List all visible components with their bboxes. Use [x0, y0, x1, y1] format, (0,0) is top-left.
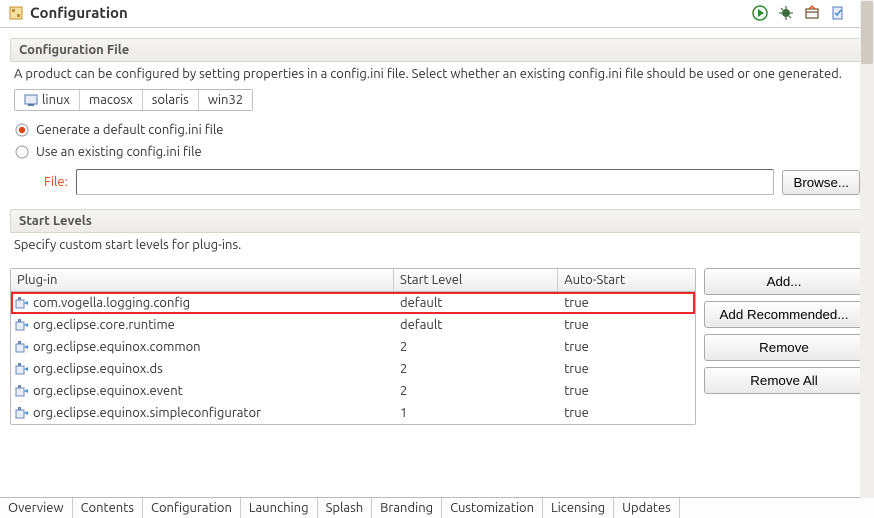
tab-customization[interactable]: Customization: [442, 498, 543, 518]
table-row[interactable]: org.eclipse.equinox.event 2true: [11, 380, 695, 402]
table-header: Plug-in Start Level Auto-Start: [11, 269, 695, 292]
plugin-icon: [15, 362, 29, 376]
table-body: com.vogella.logging.configdefaulttrueorg…: [11, 292, 695, 424]
tab-splash[interactable]: Splash: [318, 498, 373, 518]
platform-tab-label: win32: [208, 93, 243, 107]
platform-tab-label: linux: [42, 93, 70, 107]
start-level-cell: 2: [394, 340, 558, 354]
plugin-icon: [15, 384, 29, 398]
tab-contents[interactable]: Contents: [73, 498, 143, 518]
col-auto-start[interactable]: Auto-Start: [558, 269, 695, 291]
start-level-cell: default: [394, 296, 558, 310]
page-title: Configuration: [30, 4, 752, 21]
col-plugin[interactable]: Plug-in: [11, 269, 394, 291]
auto-start-cell: true: [558, 318, 695, 332]
auto-start-cell: true: [558, 296, 695, 310]
plugin-name: org.eclipse.core.runtime: [33, 318, 175, 332]
platform-tab-label: macosx: [89, 93, 133, 107]
auto-start-cell: true: [558, 340, 695, 354]
start-levels-description: Specify custom start levels for plug-ins…: [10, 233, 864, 260]
vertical-scrollbar[interactable]: [860, 0, 874, 498]
add-button[interactable]: Add...: [704, 268, 864, 295]
platform-tab-win32[interactable]: win32: [199, 90, 252, 110]
config-icon: [8, 5, 24, 21]
radio-existing[interactable]: Use an existing config.ini file: [10, 141, 864, 163]
radio-generate[interactable]: Generate a default config.ini file: [10, 119, 864, 141]
start-level-cell: 2: [394, 384, 558, 398]
tab-updates[interactable]: Updates: [614, 498, 680, 518]
run-icon[interactable]: [752, 5, 768, 21]
table-row[interactable]: org.eclipse.equinox.simpleconfigurator 1t…: [11, 402, 695, 424]
file-input[interactable]: [76, 169, 775, 195]
config-file-title: Configuration File: [10, 38, 864, 62]
platform-tab-label: solaris: [152, 93, 189, 107]
col-start-level[interactable]: Start Level: [394, 269, 558, 291]
file-label: File:: [44, 175, 68, 189]
plugin-name: com.vogella.logging.config: [33, 296, 190, 310]
radio-selected-icon: [14, 122, 30, 138]
export-icon[interactable]: [804, 5, 820, 21]
file-row: File: Browse...: [10, 163, 864, 195]
auto-start-cell: true: [558, 362, 695, 376]
plugins-area: Plug-in Start Level Auto-Start com.vogel…: [10, 268, 864, 425]
validate-icon[interactable]: [830, 5, 846, 21]
editor-header: Configuration: [0, 0, 874, 28]
remove-button[interactable]: Remove: [704, 334, 864, 361]
plugin-icon: [15, 340, 29, 354]
table-row[interactable]: org.eclipse.core.runtime defaulttrue: [11, 314, 695, 336]
start-level-cell: 2: [394, 362, 558, 376]
browse-button[interactable]: Browse...: [782, 170, 860, 195]
tab-launching[interactable]: Launching: [241, 498, 318, 518]
scrollbar-thumb[interactable]: [861, 1, 873, 64]
plugin-name: org.eclipse.equinox.event: [33, 384, 183, 398]
plugin-name: org.eclipse.equinox.ds: [33, 362, 163, 376]
config-file-section: Configuration File A product can be conf…: [10, 38, 864, 195]
platform-tabs: linux macosx solaris win32: [14, 89, 253, 111]
table-row[interactable]: org.eclipse.equinox.common 2true: [11, 336, 695, 358]
auto-start-cell: true: [558, 384, 695, 398]
plugin-icon: [15, 318, 29, 332]
plugins-table[interactable]: Plug-in Start Level Auto-Start com.vogel…: [10, 268, 696, 425]
plugin-name: org.eclipse.equinox.common: [33, 340, 201, 354]
platform-icon: [24, 93, 38, 107]
start-levels-title: Start Levels: [10, 209, 864, 233]
table-row[interactable]: com.vogella.logging.config defaulttrue: [11, 292, 695, 314]
tab-branding[interactable]: Branding: [372, 498, 442, 518]
start-level-cell: default: [394, 318, 558, 332]
radio-existing-label: Use an existing config.ini file: [36, 145, 202, 159]
debug-icon[interactable]: [778, 5, 794, 21]
plugin-icon: [15, 406, 29, 420]
plugin-icon: [15, 296, 29, 310]
radio-generate-label: Generate a default config.ini file: [36, 123, 223, 137]
config-file-description: A product can be configured by setting p…: [10, 62, 864, 89]
bottom-tabs: OverviewContentsConfigurationLaunchingSp…: [0, 497, 874, 518]
platform-tab-linux[interactable]: linux: [15, 90, 80, 110]
remove-all-button[interactable]: Remove All: [704, 367, 864, 394]
start-levels-section: Start Levels Specify custom start levels…: [10, 209, 864, 260]
table-row[interactable]: org.eclipse.equinox.ds 2true: [11, 358, 695, 380]
radio-unselected-icon: [14, 144, 30, 160]
platform-tab-macosx[interactable]: macosx: [80, 90, 143, 110]
start-level-cell: 1: [394, 406, 558, 420]
tab-licensing[interactable]: Licensing: [543, 498, 614, 518]
add-recommended-button[interactable]: Add Recommended...: [704, 301, 864, 328]
auto-start-cell: true: [558, 406, 695, 420]
plugin-name: org.eclipse.equinox.simpleconfigurator: [33, 406, 261, 420]
tab-overview[interactable]: Overview: [0, 498, 73, 518]
tab-configuration[interactable]: Configuration: [143, 498, 241, 518]
side-buttons: Add... Add Recommended... Remove Remove …: [704, 268, 864, 425]
platform-tab-solaris[interactable]: solaris: [143, 90, 199, 110]
header-toolbar: [752, 5, 866, 21]
